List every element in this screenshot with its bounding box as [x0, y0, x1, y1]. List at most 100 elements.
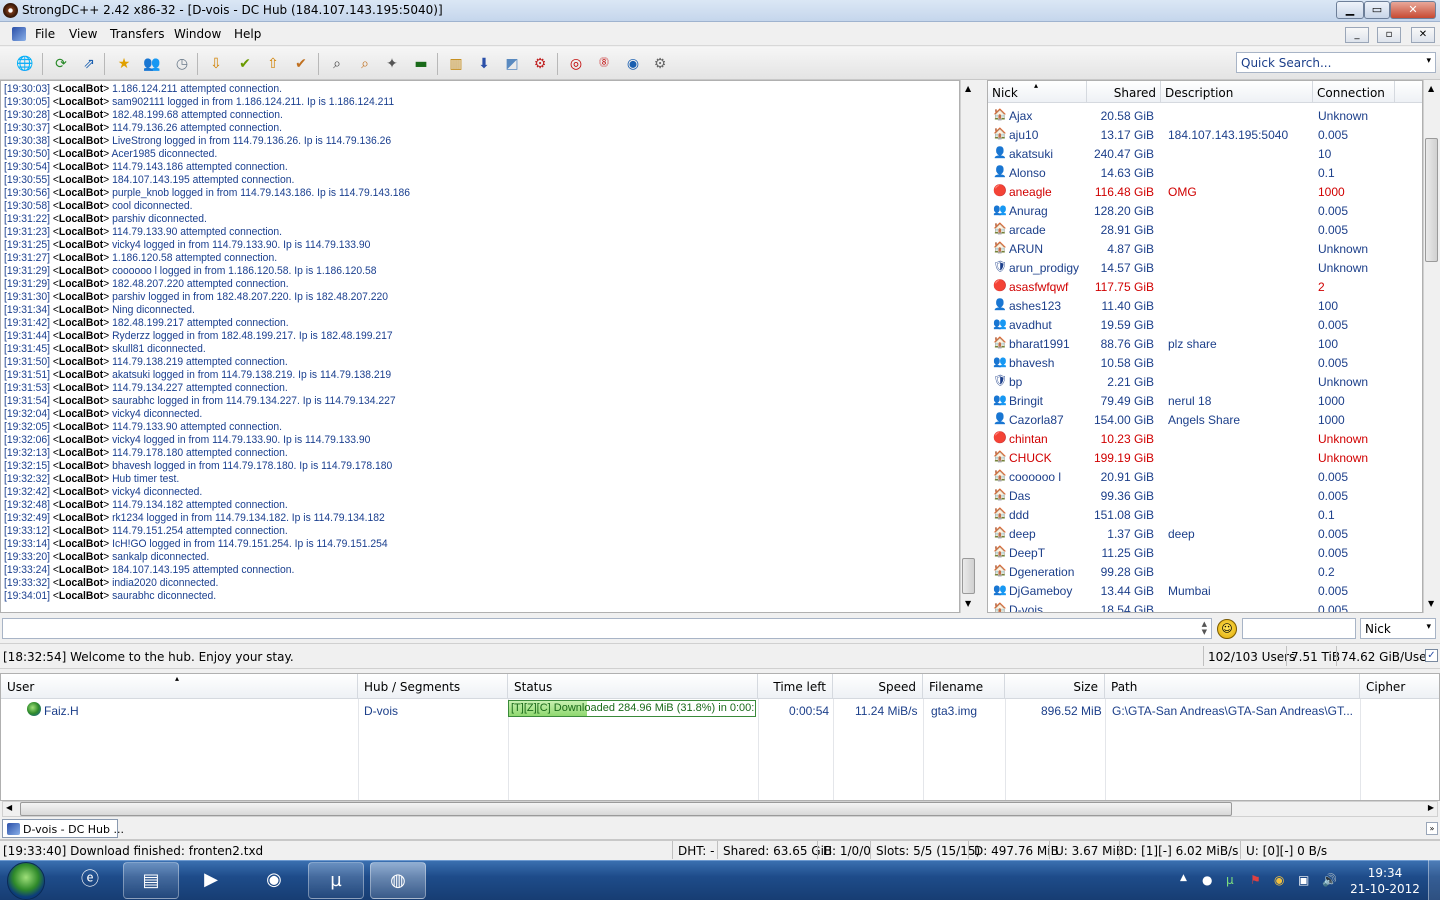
- chat-sender[interactable]: LocalBot: [59, 525, 103, 537]
- tray-expand-icon[interactable]: ▲: [1180, 873, 1187, 883]
- userlist-toggle-checkbox[interactable]: ✓: [1425, 649, 1438, 662]
- user-row[interactable]: 👥 DjGameboy 13.44 GiB Mumbai 0.005: [988, 581, 1422, 600]
- media-player-icon[interactable]: ▶: [183, 862, 239, 899]
- chat-input[interactable]: ▲ ▼: [2, 618, 1212, 639]
- user-row[interactable]: 👥 Bringit 79.49 GiB nerul 18 1000: [988, 391, 1422, 410]
- menu-file[interactable]: File: [35, 27, 55, 41]
- chat-sender[interactable]: LocalBot: [59, 577, 103, 589]
- scroll-left-icon[interactable]: ◀: [6, 803, 12, 812]
- favorite-hubs-icon[interactable]: ★: [113, 53, 135, 75]
- user-row[interactable]: 🏠 Ajax 20.58 GiB Unknown: [988, 106, 1422, 125]
- user-row[interactable]: 🏠 D-vois 18.54 GiB 0.005: [988, 600, 1422, 612]
- chat-sender[interactable]: LocalBot: [59, 135, 103, 147]
- user-row[interactable]: 🏠 ddd 151.08 GiB 0.1: [988, 505, 1422, 524]
- user-row[interactable]: 🔴 asasfwfqwf 117.75 GiB 2: [988, 277, 1422, 296]
- col-hub-segments[interactable]: Hub / Segments: [358, 674, 508, 699]
- user-row[interactable]: 👥 bhavesh 10.58 GiB 0.005: [988, 353, 1422, 372]
- chat-sender[interactable]: LocalBot: [59, 421, 103, 433]
- chat-scrollbar[interactable]: ▲ ▼: [960, 80, 976, 613]
- tray-app-icon[interactable]: ●: [1202, 873, 1212, 887]
- chat-sender[interactable]: LocalBot: [59, 343, 103, 355]
- favorite-users-icon[interactable]: 👥: [141, 53, 163, 75]
- chrome-icon[interactable]: ◉: [246, 862, 302, 899]
- tray-utorrent-icon[interactable]: µ: [1226, 873, 1234, 887]
- userlist-scrollbar[interactable]: ▲ ▼: [1423, 80, 1439, 613]
- user-list[interactable]: Nick ▴ Shared Description Connection 🏠 Aj…: [987, 80, 1423, 613]
- start-button[interactable]: [7, 862, 45, 900]
- user-row[interactable]: 👥 Anurag 128.20 GiB 0.005: [988, 201, 1422, 220]
- away-icon[interactable]: ◎: [565, 53, 587, 75]
- chevron-down-icon[interactable]: ▾: [1426, 56, 1431, 66]
- user-row[interactable]: 👤 Cazorla87 154.00 GiB Angels Share 1000: [988, 410, 1422, 429]
- col-time-left[interactable]: Time left: [758, 674, 833, 699]
- quick-search-input[interactable]: Quick Search... ▾: [1236, 52, 1436, 73]
- mdi-minimize-button[interactable]: _: [1345, 27, 1369, 43]
- user-row[interactable]: 🏠 bharat1991 88.76 GiB plz share 100: [988, 334, 1422, 353]
- mdi-close-button[interactable]: ✕: [1411, 27, 1435, 43]
- transfers-panel[interactable]: User ▴ Hub / Segments Status Time left S…: [0, 673, 1440, 801]
- emoticon-button[interactable]: ☺: [1217, 619, 1237, 639]
- col-speed[interactable]: Speed: [833, 674, 923, 699]
- recent-downloads-icon[interactable]: ⬇: [473, 53, 495, 75]
- chat-log[interactable]: [19:30:03] <LocalBot> 1.186.124.211 atte…: [0, 80, 960, 613]
- col-cipher[interactable]: Cipher: [1360, 674, 1439, 699]
- tray-flag-icon[interactable]: ⚑: [1250, 873, 1261, 887]
- maximize-button[interactable]: ▭: [1364, 1, 1390, 19]
- tray-network-icon[interactable]: ▣: [1298, 873, 1309, 887]
- finished-uploads-icon[interactable]: ✔: [290, 53, 312, 75]
- col-filename[interactable]: Filename: [923, 674, 1005, 699]
- chat-sender[interactable]: LocalBot: [59, 187, 103, 199]
- user-row[interactable]: 👤 Alonso 14.63 GiB 0.1: [988, 163, 1422, 182]
- ie-icon[interactable]: ⓔ: [62, 862, 118, 899]
- chat-sender[interactable]: LocalBot: [59, 213, 103, 225]
- chat-sender[interactable]: LocalBot: [59, 564, 103, 576]
- col-size[interactable]: Size: [1005, 674, 1105, 699]
- chat-sender[interactable]: LocalBot: [59, 499, 103, 511]
- mdi-child-icon[interactable]: [12, 27, 26, 41]
- menu-help[interactable]: Help: [234, 27, 261, 41]
- user-row[interactable]: 👤 akatsuki 240.47 GiB 10: [988, 144, 1422, 163]
- chat-sender[interactable]: LocalBot: [59, 96, 103, 108]
- chat-sender[interactable]: LocalBot: [59, 538, 103, 550]
- user-row[interactable]: 🔴 chintan 10.23 GiB Unknown: [988, 429, 1422, 448]
- open-file-list-icon[interactable]: ▥: [445, 53, 467, 75]
- chat-sender[interactable]: LocalBot: [59, 265, 103, 277]
- spin-icon[interactable]: ▲ ▼: [1202, 620, 1207, 636]
- user-row[interactable]: 🏠 DeepT 11.25 GiB 0.005: [988, 543, 1422, 562]
- menu-window[interactable]: Window: [174, 27, 221, 41]
- tray-chrome-icon[interactable]: ◉: [1274, 873, 1284, 887]
- network-stats-icon[interactable]: ▬: [410, 53, 432, 75]
- chat-sender[interactable]: LocalBot: [59, 291, 103, 303]
- hscroll-thumb[interactable]: [20, 802, 1232, 816]
- col-description[interactable]: Description: [1161, 81, 1313, 103]
- user-row[interactable]: 🛡 bp 2.21 GiB Unknown: [988, 372, 1422, 391]
- chat-sender[interactable]: LocalBot: [59, 395, 103, 407]
- reconnect-icon[interactable]: ⟳: [50, 53, 72, 75]
- user-row[interactable]: 🏠 Das 99.36 GiB 0.005: [988, 486, 1422, 505]
- finished-downloads-icon[interactable]: ✔: [234, 53, 256, 75]
- chat-sender[interactable]: LocalBot: [59, 460, 103, 472]
- user-row[interactable]: 🏠 deep 1.37 GiB deep 0.005: [988, 524, 1422, 543]
- menu-view[interactable]: View: [69, 27, 97, 41]
- follow-redirect-icon[interactable]: ⇗: [78, 53, 100, 75]
- chat-sender[interactable]: LocalBot: [59, 408, 103, 420]
- chat-sender[interactable]: LocalBot: [59, 486, 103, 498]
- close-button[interactable]: ✕: [1390, 1, 1436, 19]
- menu-transfers[interactable]: Transfers: [110, 27, 165, 41]
- utorrent-icon[interactable]: µ: [308, 862, 364, 899]
- tab-scroll-button[interactable]: »: [1426, 822, 1438, 835]
- public-hubs-icon[interactable]: 🌐: [14, 53, 36, 75]
- scroll-right-icon[interactable]: ▶: [1428, 803, 1434, 812]
- tab-hub[interactable]: D-vois - DC Hub ...: [2, 819, 124, 838]
- scroll-thumb[interactable]: [962, 558, 975, 594]
- notepad-icon[interactable]: ◩: [501, 53, 523, 75]
- show-desktop-button[interactable]: [1428, 860, 1440, 900]
- clock[interactable]: 19:34 21-10-2012: [1350, 865, 1420, 897]
- recent-hubs-icon[interactable]: ◷: [171, 53, 193, 75]
- settings-icon[interactable]: ⚙: [649, 53, 671, 75]
- search-spy-icon[interactable]: ✦: [381, 53, 403, 75]
- chat-sender[interactable]: LocalBot: [59, 317, 103, 329]
- search-icon[interactable]: ⌕: [326, 53, 348, 75]
- scroll-down-icon[interactable]: ▼: [965, 599, 971, 608]
- chat-sender[interactable]: LocalBot: [59, 304, 103, 316]
